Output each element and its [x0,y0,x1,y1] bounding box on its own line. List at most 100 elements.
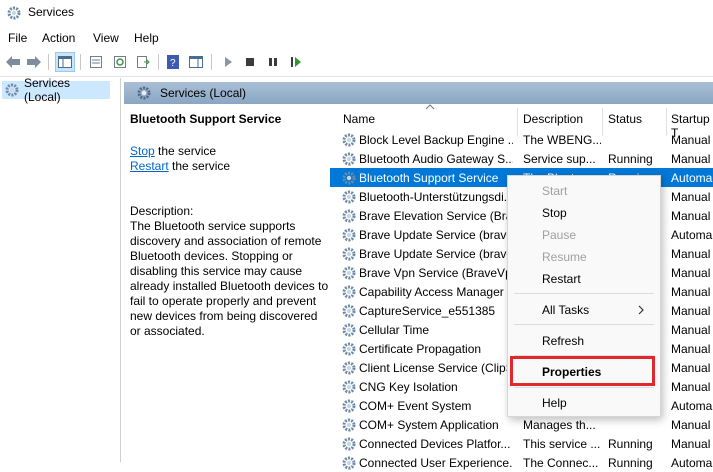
service-gear-icon [342,133,356,147]
back-button[interactable] [3,52,23,72]
stop-service-link[interactable]: Stop [130,144,155,158]
service-name: Cellular Time [359,323,430,337]
service-gear-icon [342,304,356,318]
service-gear-icon [342,418,356,432]
menu-item-pause: Pause [542,228,577,242]
refresh-icon [114,56,126,68]
description-line: The Bluetooth service supports [130,219,296,233]
pane-header-title: Services (Local) [160,86,247,100]
column-header-name[interactable]: Name [343,112,375,126]
table-row[interactable]: Block Level Backup Engine ... The WBENG..… [330,130,713,149]
export-list-icon [137,56,150,68]
table-row[interactable]: Connected Devices Platfor... This service… [330,434,713,453]
service-name: Connected User Experience... [359,456,513,470]
service-startup-type: Automa [671,456,713,470]
services-gear-icon [5,83,19,97]
table-row[interactable]: COM+ System Application Manages th... Manu… [330,415,713,434]
description-line: already installed Bluetooth devices to [130,279,329,293]
service-startup-type: Manual [671,361,711,375]
forward-button[interactable] [24,52,44,72]
help-book-icon: ? [167,55,179,69]
service-startup-type: Manual [671,304,711,318]
description-line: or associated. [130,324,205,338]
service-description: Service sup... [523,152,596,166]
service-description: Manages th... [523,418,596,432]
service-startup-type: Manual [671,380,711,394]
menu-item-resume: Resume [542,250,587,264]
service-gear-icon [342,190,356,204]
menu-help[interactable]: Help [134,31,159,45]
table-row[interactable]: Bluetooth Audio Gateway S... Service sup.… [330,149,713,168]
description-line: Bluetooth devices. Stopping or [130,249,293,263]
table-row[interactable]: Connected User Experience... The Connec..… [330,453,713,472]
restart-service-button[interactable] [286,52,306,72]
restart-icon [291,57,301,67]
export-list-button[interactable] [133,52,153,72]
service-gear-icon [342,323,356,337]
column-header-description[interactable]: Description [523,112,583,126]
service-startup-type: Manual [671,285,711,299]
service-title: Bluetooth Support Service [130,112,282,126]
restart-suffix: the service [172,159,231,173]
forward-arrow-icon [27,56,41,68]
service-name: Brave Update Service (brave... [359,247,513,261]
menu-item-refresh[interactable]: Refresh [542,334,584,348]
service-status: Running [608,152,653,166]
service-name: Client License Service (ClipS... [359,361,513,375]
service-startup-type: Manual [671,437,711,451]
service-gear-icon [342,380,356,394]
svg-text:?: ? [170,58,176,69]
service-name: Bluetooth-Unterstützungsdi... [359,190,513,204]
help-toolbar-button[interactable]: ? [163,52,183,72]
menu-action[interactable]: Action [42,31,75,45]
description-line: new devices from being discovered [130,309,318,323]
menu-item-all-tasks[interactable]: All Tasks [542,303,589,317]
services-gear-icon [137,86,151,100]
service-gear-icon [342,247,356,261]
title-bar: Services [0,0,713,26]
service-gear-icon [342,399,356,413]
stop-service-button[interactable] [240,52,260,72]
column-header-status[interactable]: Status [608,112,642,126]
service-startup-type: Manual [671,323,711,337]
restart-service-link[interactable]: Restart [130,159,169,173]
menu-item-start: Start [542,184,568,198]
service-name: Capability Access Manager ... [359,285,513,299]
service-startup-type: Manual [671,342,711,356]
back-arrow-icon [6,56,20,68]
menu-item-restart[interactable]: Restart [542,272,581,286]
service-name: Block Level Backup Engine ... [359,133,513,147]
tree-item-label: Services (Local) [24,76,71,104]
show-action-pane-button[interactable] [186,52,206,72]
refresh-toolbar-button[interactable] [110,52,130,72]
service-startup-type: Manual [671,247,711,261]
show-hide-console-tree-button[interactable] [55,52,75,72]
action-pane-icon [189,56,203,68]
service-name: Brave Update Service (brave) [359,228,513,242]
tree-item-services-local[interactable]: Services (Local) [2,76,110,104]
description-line: discovery and association of remote [130,234,322,248]
properties-toolbar-button[interactable] [86,52,106,72]
service-name: Brave Elevation Service (Bra... [359,209,513,223]
service-status: Running [608,437,653,451]
pause-service-button[interactable] [263,52,283,72]
service-name: Connected Devices Platfor... [359,437,511,451]
service-gear-icon [342,437,356,451]
menu-view[interactable]: View [93,31,119,45]
properties-highlight-box [510,356,655,386]
service-gear-icon [342,209,356,223]
start-service-button[interactable] [218,52,238,72]
service-gear-icon [342,361,356,375]
description-line: fail to operate properly and prevent [130,294,317,308]
description-label: Description: [130,204,194,218]
service-name: CaptureService_e551385 [359,304,496,318]
service-startup-type: Automa [671,171,713,185]
service-description: The WBENG... [523,133,601,147]
menu-file[interactable]: File [8,31,27,45]
menu-item-stop[interactable]: Stop [542,206,567,220]
service-description: The Connec... [523,456,599,470]
service-name: COM+ Event System [359,399,472,413]
menu-bar: File Action View Help [0,28,713,48]
menu-item-help[interactable]: Help [542,396,567,410]
restart-service-line: Restart the service [130,159,230,174]
